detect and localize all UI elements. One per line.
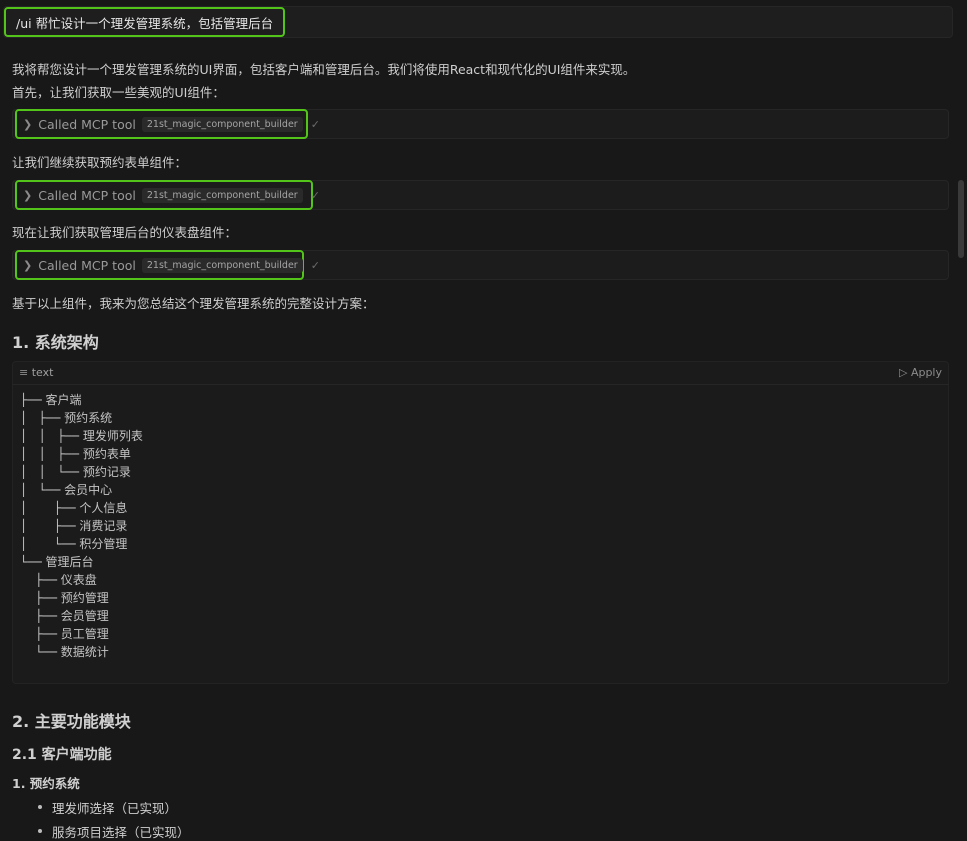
section-title-modules: 2. 主要功能模块 <box>12 712 131 731</box>
tree-line: │ └── 会员中心 <box>20 483 113 497</box>
apply-label: Apply <box>910 366 942 379</box>
tool-call-3[interactable]: ❯ Called MCP tool 21st_magic_component_b… <box>15 250 320 280</box>
tree-line: ├── 会员管理 <box>20 609 109 623</box>
bullet-dot <box>38 805 42 809</box>
caption-after-second: 现在让我们获取管理后台的仪表盘组件： <box>12 225 238 240</box>
code-language-text: text <box>31 366 54 379</box>
code-language-label: ≡ text <box>19 366 53 379</box>
tool-call-1[interactable]: ❯ Called MCP tool 21st_magic_component_b… <box>15 109 320 139</box>
chevron-right-icon: ❯ <box>23 117 33 131</box>
tree-line: │ │ ├── 理发师列表 <box>20 429 143 443</box>
tree-line: │ │ └── 预约记录 <box>20 465 131 479</box>
summary-caption: 基于以上组件，我来为您总结这个理发管理系统的完整设计方案： <box>12 296 375 311</box>
list-item: 服务项目选择（已实现） <box>52 825 190 840</box>
lines-icon: ≡ <box>19 366 29 379</box>
tool-call-label: Called MCP tool <box>38 187 136 203</box>
tree-line: │ ├── 个人信息 <box>20 501 128 515</box>
check-icon: ✓ <box>310 117 320 131</box>
code-block-header <box>12 361 949 385</box>
subsub-title-booking: 1. 预约系统 <box>12 776 80 791</box>
tool-call-label: Called MCP tool <box>38 257 136 273</box>
subsection-title-client: 2.1 客户端功能 <box>12 747 112 763</box>
check-icon: ✓ <box>310 258 320 272</box>
tool-name-badge: 21st_magic_component_builder <box>141 257 303 273</box>
tree-line: ├── 仪表盘 <box>20 573 97 587</box>
tool-call-label: Called MCP tool <box>38 116 136 132</box>
chevron-right-icon: ❯ <box>23 258 33 272</box>
chevron-right-icon: ❯ <box>23 188 33 202</box>
tree-line: └── 管理后台 <box>20 555 94 569</box>
tool-name-badge: 21st_magic_component_builder <box>141 187 303 203</box>
apply-button[interactable]: ▷ Apply <box>899 366 942 379</box>
tree-line: ├── 员工管理 <box>20 627 109 641</box>
tree-line: │ └── 积分管理 <box>20 537 128 551</box>
tree-line: ├── 客户端 <box>20 393 82 407</box>
tree-line: │ │ ├── 预约表单 <box>20 447 131 461</box>
list-item: 理发师选择（已实现） <box>52 801 178 816</box>
tree-line: ├── 预约管理 <box>20 591 109 605</box>
intro-line-1: 我将帮您设计一个理发管理系统的UI界面，包括客户端和管理后台。我们将使用Reac… <box>12 62 636 77</box>
check-icon: ✓ <box>310 188 320 202</box>
code-block <box>12 361 949 684</box>
tree-line: │ ├── 消费记录 <box>20 519 128 533</box>
tool-name-badge: 21st_magic_component_builder <box>141 116 303 132</box>
tree-line: └── 数据统计 <box>20 645 109 659</box>
bullet-dot <box>38 829 42 833</box>
user-prompt-text[interactable]: /ui 帮忙设计一个理发管理系统，包括管理后台 <box>4 7 286 37</box>
play-icon: ▷ <box>898 366 908 379</box>
tool-call-2[interactable]: ❯ Called MCP tool 21st_magic_component_b… <box>15 180 320 210</box>
intro-line-2: 首先，让我们获取一些美观的UI组件： <box>12 85 225 100</box>
tree-line: │ ├── 预约系统 <box>20 411 113 425</box>
scrollbar-thumb[interactable] <box>958 180 964 258</box>
section-title-architecture: 1. 系统架构 <box>12 333 99 352</box>
caption-after-first: 让我们继续获取预约表单组件： <box>12 155 188 170</box>
